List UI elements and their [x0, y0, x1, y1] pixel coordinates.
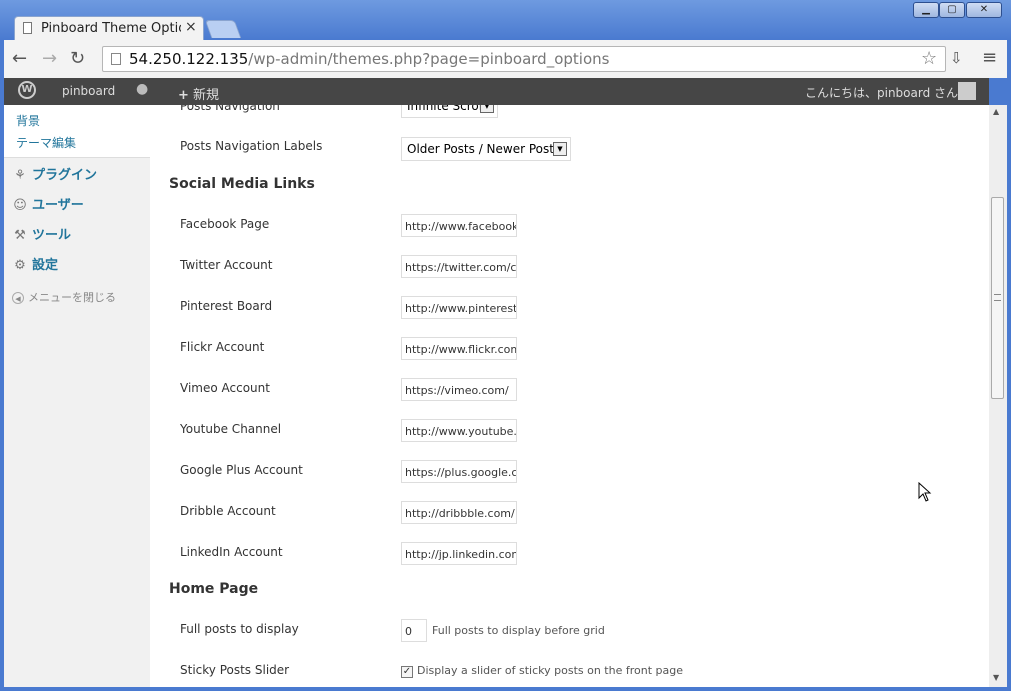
sidebar-item-label: ユーザー — [32, 198, 84, 213]
reload-icon[interactable]: ↻ — [70, 48, 85, 69]
sidebar-item-users[interactable]: ☺ ユーザー — [12, 194, 84, 213]
flickr-account-label: Flickr Account — [180, 340, 265, 354]
browser-toolbar: ← → ↻ 54.250.122.135/wp-admin/themes.php… — [4, 40, 1007, 78]
facebook-page-field[interactable]: http://www.facebook. — [401, 214, 517, 237]
scrollbar-thumb[interactable] — [991, 197, 1004, 399]
new-tab-button[interactable] — [204, 20, 242, 38]
flickr-account-field[interactable]: http://www.flickr.com — [401, 337, 517, 360]
grip-icon — [994, 294, 1001, 301]
wp-admin-bar: W pinboard ● + 新規 こんにちは、pinboard さん！ — [4, 78, 989, 105]
twitter-account-field[interactable]: https://twitter.com/c — [401, 255, 517, 278]
youtube-channel-label: Youtube Channel — [180, 422, 282, 436]
linkedin-account-field[interactable]: http://jp.linkedin.com. — [401, 542, 517, 565]
minimize-button[interactable]: ▁ — [913, 2, 939, 18]
plus-icon: + — [178, 88, 189, 103]
avatar[interactable] — [958, 82, 976, 100]
new-label: 新規 — [193, 88, 220, 103]
comments-icon[interactable]: ● — [136, 81, 148, 97]
appearance-submenu: 背景 テーマ編集 — [4, 105, 150, 158]
close-tab-icon[interactable]: × — [185, 19, 197, 35]
collapse-label: メニューを閉じる — [28, 291, 116, 304]
back-icon[interactable]: ← — [12, 48, 27, 69]
sidebar-item-settings[interactable]: ⚙ 設定 — [12, 254, 58, 273]
youtube-channel-field[interactable]: http://www.youtube.c — [401, 419, 517, 442]
tab-pinboard-options[interactable]: Pinboard Theme Option × — [14, 16, 204, 40]
sticky-posts-checkbox[interactable]: ✓ — [401, 666, 413, 678]
submenu-item-theme-editor[interactable]: テーマ編集 — [16, 134, 76, 151]
posts-navigation-labels-label: Posts Navigation Labels — [180, 139, 323, 153]
page-icon — [111, 53, 121, 65]
address-bar[interactable]: 54.250.122.135/wp-admin/themes.php?page=… — [102, 46, 946, 72]
close-window-button[interactable]: ✕ — [966, 2, 1002, 18]
chevron-down-icon: ▼ — [480, 105, 494, 113]
maximize-button[interactable]: ▢ — [939, 2, 965, 18]
scroll-down-icon[interactable]: ▼ — [993, 673, 999, 682]
posts-navigation-labels-select[interactable]: Older Posts / Newer Posts ▼ — [401, 137, 571, 161]
browser-window: Pinboard Theme Option × ▁ ▢ ✕ ← → ↻ 54.2… — [0, 0, 1011, 691]
submenu-item-background[interactable]: 背景 — [16, 112, 40, 129]
users-icon: ☺ — [13, 198, 27, 213]
home-page-heading: Home Page — [169, 581, 259, 597]
facebook-page-label: Facebook Page — [180, 217, 270, 231]
sidebar-item-label: ツール — [32, 228, 72, 243]
vimeo-account-label: Vimeo Account — [180, 381, 270, 395]
dribble-account-field[interactable]: http://dribbble.com/ — [401, 501, 517, 524]
full-posts-description: Full posts to display before grid — [432, 624, 605, 637]
twitter-account-label: Twitter Account — [180, 258, 273, 272]
new-content-button[interactable]: + 新規 — [178, 84, 219, 103]
dribble-account-label: Dribble Account — [180, 504, 276, 518]
social-media-heading: Social Media Links — [169, 176, 315, 192]
admin-sidebar: 背景 テーマ編集 ⚘ プラグイン ☺ ユーザー ⚒ ツール ⚙ 設定 ◀ メニューを閉じる — [4, 105, 150, 687]
url-host: 54.250.122.135 — [129, 50, 249, 68]
tab-title: Pinboard Theme Option — [41, 21, 181, 36]
bookmark-star-icon[interactable]: ☆ — [921, 48, 937, 69]
tab-strip: Pinboard Theme Option × ▁ ▢ ✕ — [0, 0, 1011, 40]
tools-icon: ⚒ — [14, 228, 26, 243]
collapse-menu-button[interactable]: ◀ メニューを閉じる — [12, 289, 116, 305]
sidebar-item-tools[interactable]: ⚒ ツール — [12, 224, 71, 243]
mouse-cursor-icon — [918, 482, 932, 502]
vimeo-account-field[interactable]: https://vimeo.com/ — [401, 378, 517, 401]
page-scrollbar[interactable]: ▲ ▼ — [989, 105, 1007, 687]
url-path: /wp-admin/themes.php?page=pinboard_optio… — [248, 50, 610, 68]
posts-navigation-label: Posts Navigation — [180, 105, 280, 113]
settings-icon: ⚙ — [14, 258, 26, 273]
site-name-link[interactable]: pinboard — [62, 84, 115, 98]
url-text: 54.250.122.135/wp-admin/themes.php?page=… — [129, 50, 609, 68]
page-icon — [23, 22, 32, 34]
forward-icon[interactable]: → — [42, 48, 57, 69]
sidebar-item-label: プラグイン — [32, 168, 98, 183]
theme-options-form: Posts Navigation Infinite Scroll ▼ Posts … — [150, 105, 989, 687]
google-plus-account-field[interactable]: https://plus.google.cc — [401, 460, 517, 483]
wordpress-logo-icon[interactable]: W — [18, 81, 36, 99]
collapse-arrow-icon: ◀ — [12, 292, 24, 304]
select-value: Older Posts / Newer Posts — [407, 142, 561, 156]
scroll-up-icon[interactable]: ▲ — [993, 107, 999, 116]
select-value: Infinite Scroll — [407, 105, 486, 113]
user-greeting[interactable]: こんにちは、pinboard さん！ — [805, 84, 970, 101]
sticky-posts-description: Display a slider of sticky posts on the … — [417, 664, 683, 677]
download-icon[interactable]: ⇩ — [950, 49, 963, 67]
posts-navigation-select[interactable]: Infinite Scroll ▼ — [401, 105, 498, 118]
pinterest-board-label: Pinterest Board — [180, 299, 273, 313]
linkedin-account-label: LinkedIn Account — [180, 545, 283, 559]
full-posts-input[interactable]: 0 — [401, 619, 427, 642]
google-plus-account-label: Google Plus Account — [180, 463, 303, 477]
plugin-icon: ⚘ — [14, 168, 26, 183]
sticky-posts-slider-label: Sticky Posts Slider — [180, 663, 290, 677]
chevron-down-icon: ▼ — [553, 142, 567, 156]
sidebar-item-label: 設定 — [32, 258, 59, 273]
sidebar-item-plugins[interactable]: ⚘ プラグイン — [12, 164, 97, 183]
pinterest-board-field[interactable]: http://www.pinterest. — [401, 296, 517, 319]
full-posts-label: Full posts to display — [180, 622, 299, 636]
menu-icon[interactable]: ≡ — [982, 47, 997, 68]
